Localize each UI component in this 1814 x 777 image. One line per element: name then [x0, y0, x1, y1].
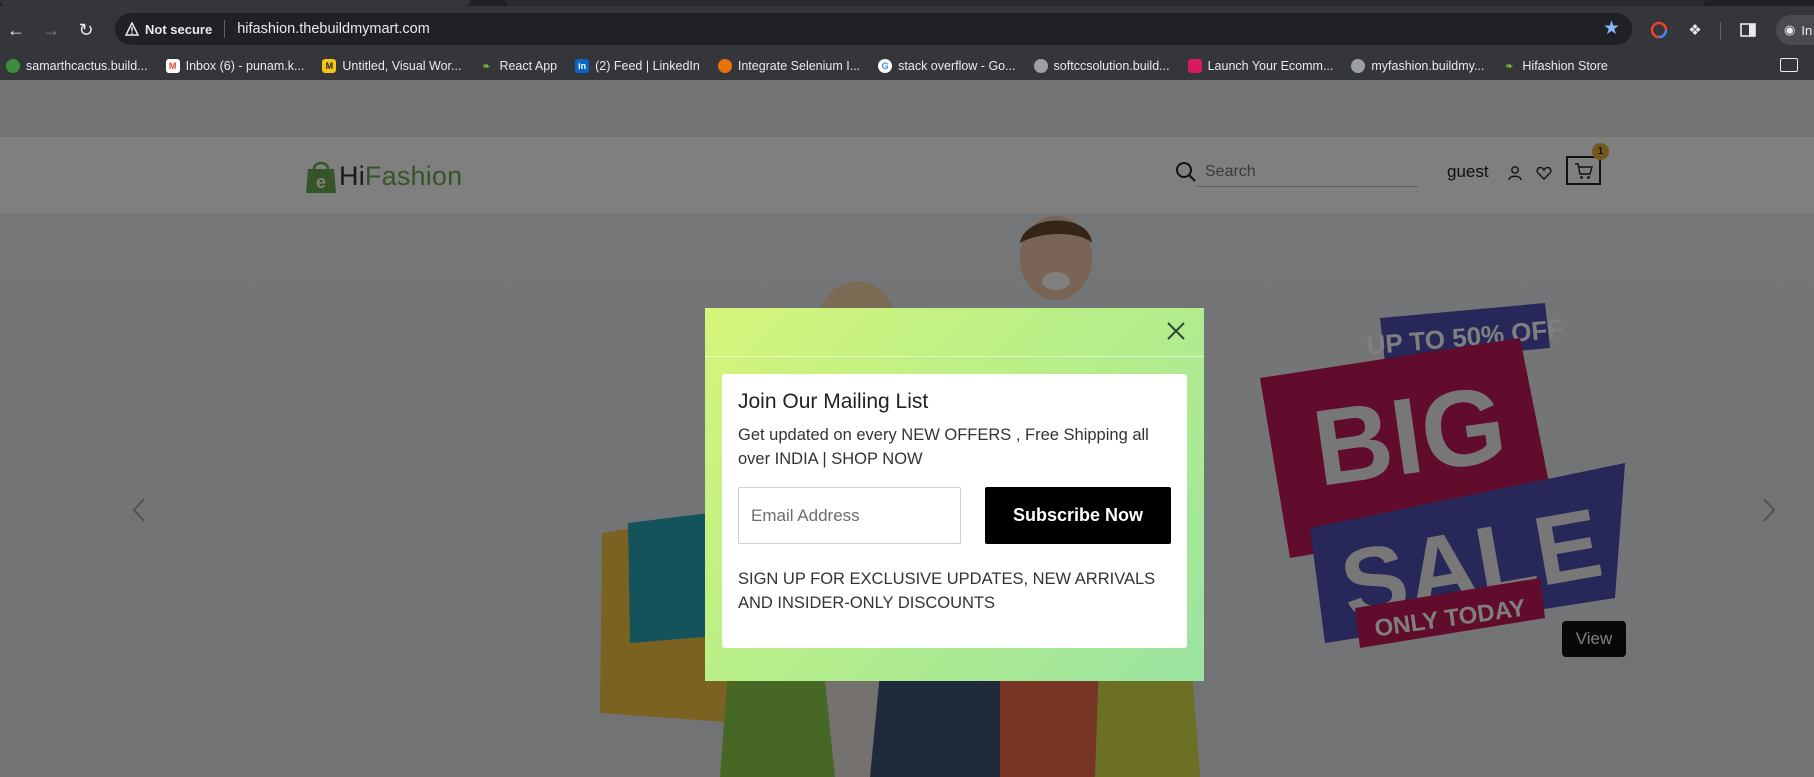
- bookmarks-folder-icon[interactable]: [1780, 58, 1798, 72]
- warning-triangle-icon: [125, 22, 139, 36]
- not-secure-label: Not secure: [145, 21, 213, 37]
- url-separator: [224, 20, 226, 38]
- browser-toolbar: ← → ↻ Not secure hifashion.thebuildmymar…: [0, 6, 1814, 52]
- url-text[interactable]: hifashion.thebuildmymart.com: [237, 21, 430, 37]
- security-indicator[interactable]: Not secure: [125, 22, 212, 37]
- bookmark-item[interactable]: Launch Your Ecomm...: [1187, 59, 1333, 73]
- globe-icon: [1351, 59, 1366, 73]
- leaf-icon: ❧: [1505, 60, 1514, 71]
- bookmark-item[interactable]: softccsolution.build...: [1033, 59, 1170, 73]
- email-field[interactable]: [738, 487, 961, 544]
- back-arrow-icon[interactable]: ←: [4, 18, 28, 42]
- incognito-icon: ◉: [1784, 22, 1796, 37]
- store-icon: [1187, 59, 1202, 73]
- profile-label: In: [1801, 22, 1813, 38]
- forward-arrow-icon[interactable]: →: [39, 18, 63, 42]
- miro-icon: M: [322, 59, 337, 73]
- bookmark-item[interactable]: ❧ Hifashion Store: [1502, 59, 1608, 73]
- incognito-profile-chip[interactable]: ◉ In: [1776, 15, 1814, 45]
- google-icon: G: [878, 59, 893, 73]
- linkedin-icon: in: [575, 59, 590, 73]
- bookmark-star-icon[interactable]: ★: [1603, 19, 1620, 39]
- extensions-puzzle-icon[interactable]: ❖: [1684, 19, 1706, 41]
- modal-header-divider: [705, 356, 1204, 357]
- modal-content-card: Join Our Mailing List Get updated on eve…: [722, 374, 1187, 648]
- modal-note: SIGN UP FOR EXCLUSIVE UPDATES, NEW ARRIV…: [738, 570, 1156, 612]
- bookmarks-bar: samarthcactus.build... M Inbox (6) - puna…: [0, 52, 1814, 80]
- bookmark-item[interactable]: M Untitled, Visual Wor...: [322, 59, 461, 73]
- globe-icon: [1033, 59, 1048, 73]
- bookmark-item[interactable]: M Inbox (6) - punam.k...: [165, 59, 304, 73]
- modal-title: Join Our Mailing List: [738, 390, 929, 413]
- chrome-icon: [717, 59, 732, 73]
- leaf-icon: ❧: [482, 60, 491, 71]
- close-icon[interactable]: [1165, 320, 1187, 342]
- bookmark-item[interactable]: myfashion.buildmy...: [1351, 59, 1484, 73]
- gmail-icon: M: [165, 59, 180, 73]
- toolbar-divider: [1720, 22, 1721, 40]
- bookmark-favicon-icon: [6, 59, 20, 73]
- mailing-list-modal: Join Our Mailing List Get updated on eve…: [705, 308, 1204, 681]
- reload-icon[interactable]: ↻: [74, 18, 98, 42]
- web-page: e HiFashion guest 1: [0, 80, 1814, 777]
- bookmark-item[interactable]: Integrate Selenium I...: [717, 59, 860, 73]
- address-bar[interactable]: Not secure hifashion.thebuildmymart.com …: [115, 13, 1632, 45]
- bookmark-item[interactable]: in (2) Feed | LinkedIn: [575, 59, 700, 73]
- bookmark-item[interactable]: Gstack overflow - Go...: [878, 59, 1016, 73]
- bookmark-item[interactable]: ❧ React App: [479, 59, 557, 73]
- modal-description: Get updated on every NEW OFFERS , Free S…: [738, 426, 1149, 468]
- color-extension-icon[interactable]: [1648, 19, 1670, 41]
- subscribe-button[interactable]: Subscribe Now: [985, 487, 1171, 544]
- bookmark-item[interactable]: samarthcactus.build...: [6, 59, 148, 73]
- side-panel-icon[interactable]: [1737, 19, 1759, 41]
